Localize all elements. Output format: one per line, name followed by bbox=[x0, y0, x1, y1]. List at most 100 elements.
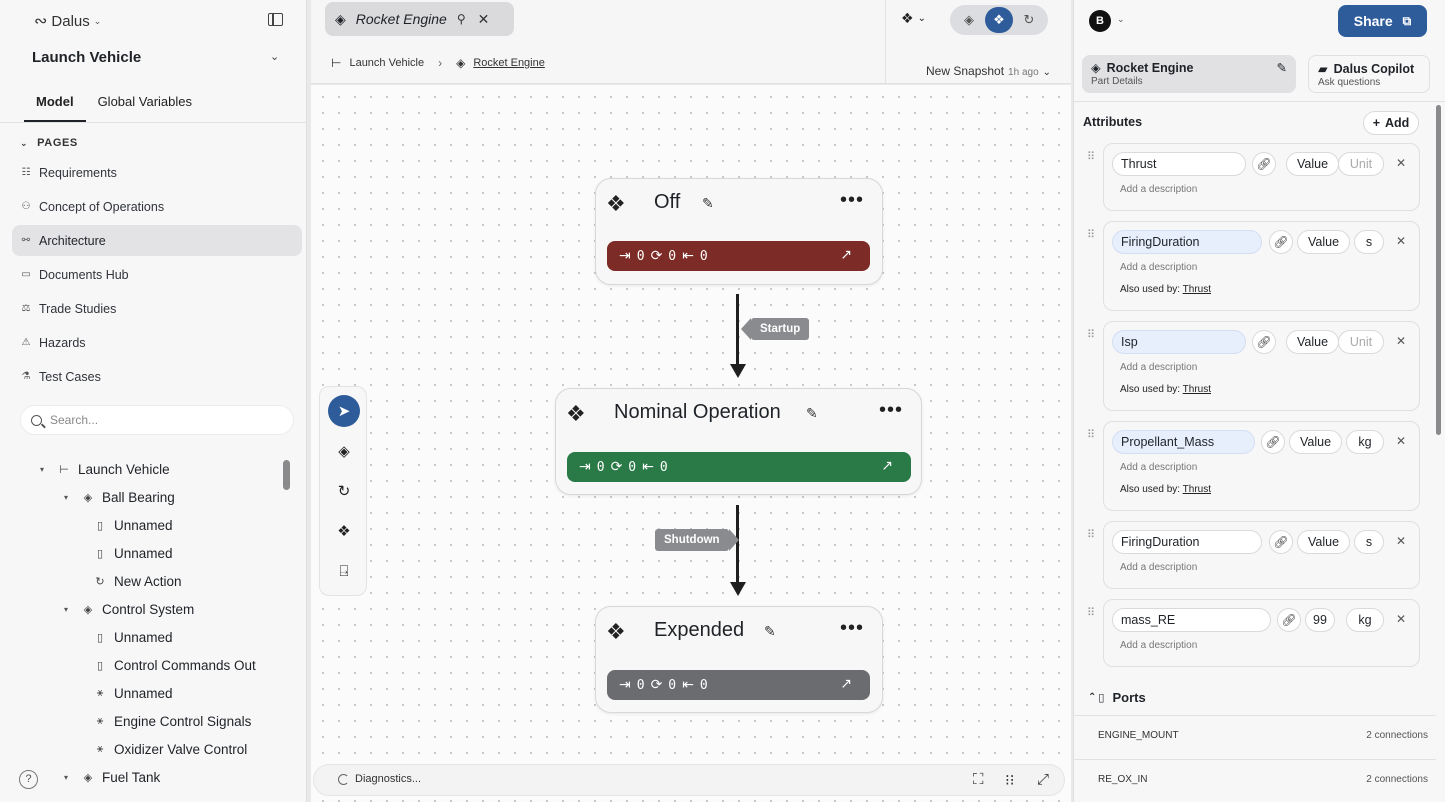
page-hazards[interactable]: ⚠ Hazards bbox=[12, 327, 302, 358]
tree-item[interactable]: ⚹ Engine Control Signals bbox=[94, 710, 252, 732]
used-by-link[interactable]: Thrust bbox=[1183, 284, 1211, 295]
page-documents-hub[interactable]: ▭ Documents Hub bbox=[12, 259, 302, 290]
close-icon[interactable]: ✕ bbox=[1396, 434, 1406, 448]
chevron-down-icon[interactable]: ▾ bbox=[64, 493, 74, 502]
tree-scrollbar[interactable] bbox=[283, 460, 290, 490]
pages-section-toggle[interactable]: ⌄ PAGES bbox=[20, 137, 78, 149]
drag-handle-icon[interactable]: ⠿ bbox=[1087, 330, 1096, 341]
search-input[interactable]: Search... bbox=[20, 405, 294, 435]
add-attribute-button[interactable]: + Add bbox=[1363, 111, 1419, 135]
state-node-off[interactable]: ❖ Off ✎ ••• ⇥ 0 ⟳ 0 ⇤ 0 ↗ bbox=[595, 178, 883, 285]
ports-section-toggle[interactable]: ⌃ ▯ Ports bbox=[1088, 690, 1146, 705]
avatar[interactable]: B bbox=[1089, 10, 1111, 32]
tab-global-variables[interactable]: Global Variables bbox=[86, 90, 204, 122]
link-icon[interactable]: 🔗︎ bbox=[1269, 530, 1293, 554]
attribute-name-input[interactable]: Thrust bbox=[1112, 152, 1246, 176]
attribute-unit-select[interactable]: kg bbox=[1346, 608, 1384, 632]
page-trade-studies[interactable]: ⚖ Trade Studies bbox=[12, 293, 302, 324]
open-icon[interactable]: ↗ bbox=[840, 676, 852, 692]
link-icon[interactable]: 🔗︎ bbox=[1261, 430, 1285, 454]
tree-item[interactable]: ▯ Unnamed bbox=[94, 626, 173, 648]
edit-icon[interactable]: ✎ bbox=[806, 405, 818, 422]
tab-model[interactable]: Model bbox=[24, 90, 86, 122]
tree-item[interactable]: ▯ Unnamed bbox=[94, 514, 173, 536]
chevron-down-icon[interactable]: ▾ bbox=[64, 773, 74, 782]
attribute-unit-select[interactable]: Unit bbox=[1338, 330, 1384, 354]
description-input[interactable]: Add a description bbox=[1120, 562, 1197, 573]
close-icon[interactable]: ✕ bbox=[478, 11, 490, 28]
state-node-nominal-operation[interactable]: ❖ Nominal Operation ✎ ••• ⇥ 0 ⟳ 0 ⇤ 0 ↗ bbox=[555, 388, 922, 495]
description-input[interactable]: Add a description bbox=[1120, 262, 1197, 273]
tree-item[interactable]: ▾ ◈ Fuel Tank bbox=[64, 766, 160, 788]
exit-icon[interactable]: ⍈ bbox=[328, 555, 360, 587]
port-row[interactable]: ENGINE_MOUNT 2 connections bbox=[1074, 715, 1436, 759]
description-input[interactable]: Add a description bbox=[1120, 640, 1197, 651]
close-icon[interactable]: ✕ bbox=[1396, 334, 1406, 348]
description-input[interactable]: Add a description bbox=[1120, 362, 1197, 373]
attribute-unit-select[interactable]: s bbox=[1354, 530, 1384, 554]
cube-icon[interactable]: ◈ bbox=[328, 435, 360, 467]
tab-dalus-copilot[interactable]: ▰ Dalus Copilot Ask questions bbox=[1308, 55, 1430, 93]
tab-part-details[interactable]: ◈ Rocket Engine ✎ Part Details bbox=[1082, 55, 1296, 93]
attribute-value-input[interactable]: Value bbox=[1297, 230, 1351, 254]
refresh-icon[interactable]: ↻ bbox=[1015, 7, 1043, 33]
used-by-link[interactable]: Thrust bbox=[1183, 384, 1211, 395]
diagram-canvas[interactable]: ➤ ◈ ↻ ❖ ⍈ ❖ Off ✎ ••• ⇥ 0 ⟳ 0 ⇤ 0 ↗ Startup… bbox=[311, 85, 1071, 802]
refresh-icon[interactable]: ↻ bbox=[328, 475, 360, 507]
drag-handle-icon[interactable]: ⠿ bbox=[1087, 430, 1096, 441]
close-icon[interactable]: ✕ bbox=[1396, 156, 1406, 170]
drag-handle-icon[interactable]: ⠿ bbox=[1087, 152, 1096, 163]
share-button[interactable]: Share ⧉ bbox=[1338, 5, 1427, 37]
attribute-unit-select[interactable]: kg bbox=[1346, 430, 1384, 454]
drag-handle-icon[interactable]: ⠿ bbox=[1087, 608, 1096, 619]
drag-handle-icon[interactable]: ⠿ bbox=[1087, 530, 1096, 541]
port-row[interactable]: RE_OX_IN 2 connections bbox=[1074, 759, 1436, 802]
transition-label-shutdown[interactable]: Shutdown bbox=[655, 529, 739, 551]
tree-item[interactable]: ▾ ⊢ Launch Vehicle bbox=[40, 458, 170, 480]
pointer-icon[interactable]: ➤ bbox=[328, 395, 360, 427]
tree-item[interactable]: ▾ ◈ Control System bbox=[64, 598, 194, 620]
page-requirements[interactable]: ☷ Requirements bbox=[12, 157, 302, 188]
state-machine-icon[interactable]: ❖ bbox=[985, 7, 1013, 33]
pin-icon[interactable]: ⚲ bbox=[457, 12, 466, 26]
workspace-switcher[interactable]: ∾ Dalus ⌄ bbox=[34, 10, 101, 32]
description-input[interactable]: Add a description bbox=[1120, 184, 1197, 195]
snapshot-select[interactable]: New Snapshot 1h ago ⌄ bbox=[926, 64, 1051, 78]
diagnostics-button[interactable]: Diagnostics... bbox=[338, 773, 421, 785]
tree-item[interactable]: ↻ New Action bbox=[94, 570, 181, 592]
attribute-name-input[interactable]: Isp bbox=[1112, 330, 1246, 354]
drag-handle-icon[interactable]: ⠿ bbox=[1087, 230, 1096, 241]
attribute-name-input[interactable]: FiringDuration bbox=[1112, 230, 1262, 254]
close-icon[interactable]: ✕ bbox=[1396, 234, 1406, 248]
chevron-down-icon[interactable]: ▾ bbox=[40, 465, 50, 474]
link-icon[interactable]: 🔗︎ bbox=[1252, 330, 1276, 354]
link-icon[interactable]: 🔗︎ bbox=[1252, 152, 1276, 176]
close-icon[interactable]: ✕ bbox=[1396, 612, 1406, 626]
attribute-value-input[interactable]: Value bbox=[1297, 530, 1351, 554]
attribute-unit-select[interactable]: s bbox=[1354, 230, 1384, 254]
attribute-value-input[interactable]: Value bbox=[1286, 330, 1340, 354]
chevron-down-icon[interactable]: ⌄ bbox=[1117, 14, 1125, 25]
state-actions-bar[interactable]: ⇥ 0 ⟳ 0 ⇤ 0 ↗ bbox=[607, 670, 870, 700]
attribute-name-input[interactable]: mass_RE bbox=[1112, 608, 1271, 632]
project-dropdown-icon[interactable]: ⌄ bbox=[270, 50, 279, 63]
edit-icon[interactable]: ✎ bbox=[1277, 60, 1287, 75]
tree-item[interactable]: ▾ ◈ Ball Bearing bbox=[64, 486, 175, 508]
attribute-value-input[interactable]: 99 bbox=[1305, 608, 1335, 632]
state-actions-bar[interactable]: ⇥ 0 ⟳ 0 ⇤ 0 ↗ bbox=[607, 241, 870, 271]
tree-item[interactable]: ⚹ Oxidizer Valve Control bbox=[94, 738, 248, 760]
breadcrumb-rocket-engine[interactable]: Rocket Engine bbox=[473, 57, 545, 69]
chevron-down-icon[interactable]: ▾ bbox=[64, 605, 74, 614]
document-tab[interactable]: ◈ Rocket Engine ⚲ ✕ bbox=[325, 2, 514, 36]
grid-icon[interactable]: ⁝⁝ bbox=[1005, 771, 1015, 789]
expand-icon[interactable]: ⤢ bbox=[1037, 771, 1049, 788]
state-machine-icon[interactable]: ❖ bbox=[328, 515, 360, 547]
edit-icon[interactable]: ✎ bbox=[702, 195, 714, 212]
description-input[interactable]: Add a description bbox=[1120, 462, 1197, 473]
attribute-value-input[interactable]: Value bbox=[1289, 430, 1343, 454]
transition-edge[interactable] bbox=[736, 294, 739, 366]
page-architecture[interactable]: ⚯ Architecture bbox=[12, 225, 302, 256]
tree-item[interactable]: ▯ Unnamed bbox=[94, 542, 173, 564]
link-icon[interactable]: 🔗︎ bbox=[1269, 230, 1293, 254]
close-icon[interactable]: ✕ bbox=[1396, 534, 1406, 548]
